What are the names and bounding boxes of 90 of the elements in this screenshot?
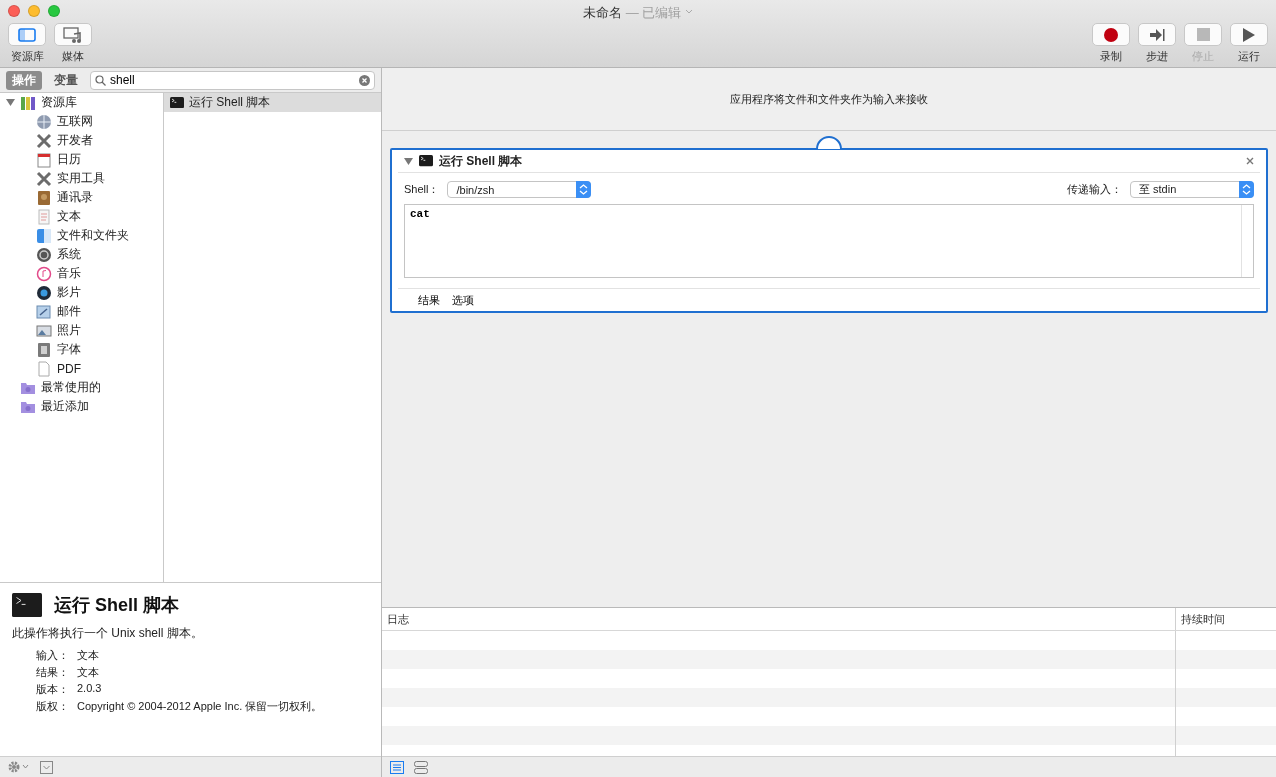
media-icon — [63, 26, 83, 43]
library-item[interactable]: 影片 — [57, 284, 81, 301]
toolbar-label: 资源库 — [10, 49, 44, 64]
view-button[interactable] — [414, 760, 428, 774]
field-label: 版权： — [36, 699, 70, 714]
footer-tab[interactable]: 结果 — [418, 292, 440, 308]
action-description: 此操作将执行一个 Unix shell 脚本。 — [12, 625, 204, 642]
zoom-button[interactable] — [48, 5, 60, 17]
sidebar-icon — [18, 27, 36, 42]
calendar-icon — [36, 151, 52, 168]
stamp-icon — [36, 303, 52, 320]
input-popup[interactable]: 至 stdin — [1130, 181, 1254, 198]
toolbar-button[interactable] — [1092, 23, 1130, 46]
search-bar[interactable]: shell — [90, 70, 375, 90]
document-icon — [36, 360, 52, 377]
library-item[interactable]: 实用工具 — [57, 170, 105, 187]
library-item[interactable]: 字体 — [57, 341, 81, 358]
toolbar-label: 录制 — [1100, 49, 1122, 64]
search-field[interactable]: shell — [110, 73, 355, 87]
toolbar-button[interactable] — [54, 23, 92, 46]
search-icon — [95, 74, 106, 86]
column-header[interactable]: 日志 — [382, 608, 1175, 630]
terminal-icon — [419, 155, 433, 167]
tools-icon — [36, 170, 52, 187]
view-button[interactable] — [390, 760, 404, 774]
contacts-icon — [36, 189, 52, 206]
toolbar-label: 步进 — [1146, 49, 1168, 64]
close-icon[interactable] — [1246, 157, 1254, 165]
option-label: Shell： — [404, 182, 440, 197]
library-item[interactable]: 最常使用的 — [41, 379, 101, 396]
field-value: 文本 — [77, 665, 100, 680]
action-title: 运行 Shell 脚本 — [54, 594, 179, 617]
disclosure-triangle[interactable] — [6, 98, 15, 107]
stop-icon — [1196, 28, 1210, 41]
toolbar-label: 运行 — [1238, 49, 1260, 64]
library-item[interactable]: 日历 — [57, 151, 81, 168]
terminal-icon — [170, 96, 184, 109]
library-item[interactable]: 文本 — [57, 208, 81, 225]
gear-icon[interactable] — [8, 761, 30, 773]
library-icon — [20, 94, 36, 111]
play-icon — [1243, 27, 1255, 42]
toolbar-label: 媒体 — [62, 49, 84, 64]
toolbar-button[interactable] — [1138, 23, 1176, 46]
stepper-icon — [1239, 181, 1254, 198]
toolbar-button[interactable] — [8, 23, 46, 46]
split-view-icon — [414, 760, 428, 774]
disclosure-triangle[interactable] — [404, 156, 413, 166]
photos-icon — [36, 322, 52, 339]
library-item[interactable]: 文件和文件夹 — [57, 227, 129, 244]
record-icon — [1104, 27, 1118, 42]
library-item[interactable]: 资源库 — [41, 94, 77, 111]
footer-tab[interactable]: 选项 — [452, 292, 474, 308]
field-label: 版本： — [36, 682, 70, 697]
music-icon — [36, 265, 52, 282]
window-title: 未命名 — [582, 4, 622, 22]
movie-icon — [36, 284, 52, 301]
dropdown-icon[interactable] — [40, 760, 53, 774]
field-label: 结果： — [36, 665, 70, 680]
library-item[interactable]: 通讯录 — [57, 189, 93, 206]
font-book-icon — [36, 341, 52, 358]
library-item[interactable]: 最近添加 — [41, 398, 89, 415]
library-item[interactable]: 照片 — [57, 322, 81, 339]
terminal-icon — [12, 593, 42, 617]
library-item[interactable]: 互联网 — [57, 113, 93, 130]
clear-icon[interactable] — [359, 74, 370, 86]
close-button[interactable] — [8, 5, 20, 17]
option-label: 传递输入： — [1067, 182, 1122, 197]
library-item[interactable]: 音乐 — [57, 265, 81, 282]
globe-icon — [36, 113, 52, 130]
card-title: 运行 Shell 脚本 — [439, 152, 524, 170]
system-icon — [36, 246, 52, 263]
library-item[interactable]: PDF — [57, 361, 81, 376]
toolbar-button[interactable] — [1230, 23, 1268, 46]
step-icon — [1149, 27, 1165, 42]
field-value: Copyright © 2004-2012 Apple Inc. 保留一切权利。 — [77, 699, 323, 714]
field-value: 2.0.3 — [77, 682, 103, 696]
library-item[interactable]: 邮件 — [57, 303, 81, 320]
field-value: 文本 — [77, 648, 100, 663]
finder-icon — [36, 227, 52, 244]
shell-popup[interactable]: /bin/zsh — [447, 181, 592, 198]
action-item[interactable]: 运行 Shell 脚本 — [164, 93, 381, 112]
list-view-icon — [390, 760, 404, 774]
tools-icon — [36, 132, 52, 149]
document-icon — [36, 208, 52, 225]
column-header[interactable]: 持续时间 — [1175, 608, 1276, 630]
field-label: 输入： — [36, 648, 70, 663]
stepper-icon — [576, 181, 592, 198]
tab[interactable]: 变量 — [48, 70, 84, 90]
library-item[interactable]: 开发者 — [57, 132, 93, 149]
library-item[interactable]: 系统 — [57, 246, 81, 263]
